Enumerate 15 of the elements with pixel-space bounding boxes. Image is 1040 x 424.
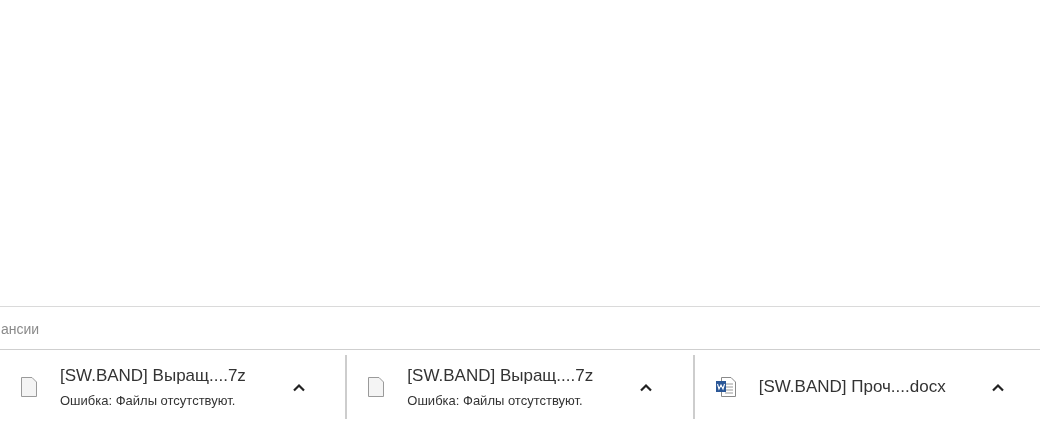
footer-text: ансии [1, 321, 40, 337]
caret-icon [292, 382, 306, 392]
file-name: [SW.BAND] Проч....docx [758, 377, 947, 397]
file-icon [367, 376, 386, 398]
file-icon [20, 376, 38, 398]
file-name: [SW.BAND] Выращ....7z [407, 366, 595, 386]
download-status: Ошибка: Файлы отсутствуют. [407, 393, 584, 408]
caret-icon [990, 382, 1005, 392]
download-status: Ошибка: Файлы отсутствуют. [60, 393, 237, 408]
download-item[interactable]: [SW.BAND] Выращ....7z Ошибка: Файлы отсутствуют. [0, 355, 348, 419]
file-name: [SW.BAND] Выращ....7z [60, 366, 247, 386]
caret-icon [639, 382, 654, 392]
download-item[interactable]: [SW.BAND] Проч....docx [692, 355, 1040, 419]
download-item[interactable]: [SW.BAND] Выращ....7z Ошибка: Файлы отсутствуют. [347, 355, 695, 419]
word-document-icon [714, 376, 737, 398]
